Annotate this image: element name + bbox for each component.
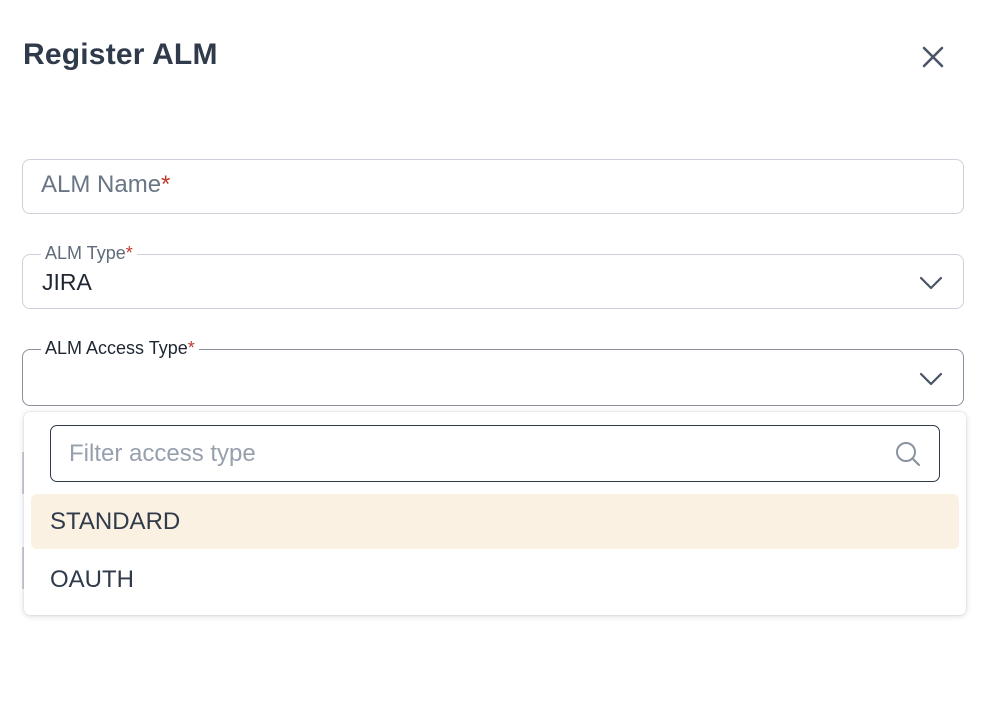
required-mark: * (187, 338, 195, 358)
search-icon (896, 442, 921, 467)
chevron-down-icon (919, 372, 943, 386)
alm-type-select[interactable]: ALM Type* JIRA (22, 242, 964, 309)
alm-access-type-select[interactable]: ALM Access Type* (22, 337, 964, 406)
alm-type-label: ALM Type* (41, 242, 137, 264)
required-mark: * (125, 243, 133, 263)
filter-access-type-input[interactable] (50, 425, 940, 482)
access-type-dropdown: STANDARD OAUTH (24, 412, 966, 615)
required-mark: * (161, 171, 171, 198)
alm-name-field[interactable]: ALM Name* (22, 159, 964, 214)
close-icon (922, 46, 944, 68)
close-button[interactable] (917, 41, 949, 73)
option-standard[interactable]: STANDARD (31, 494, 959, 549)
option-oauth[interactable]: OAUTH (31, 552, 959, 607)
alm-access-type-label: ALM Access Type* (41, 337, 199, 359)
chevron-down-icon (919, 276, 943, 290)
alm-type-value: JIRA (42, 269, 92, 295)
dialog-title: Register ALM (23, 38, 218, 71)
alm-name-placeholder: ALM Name* (41, 171, 171, 198)
